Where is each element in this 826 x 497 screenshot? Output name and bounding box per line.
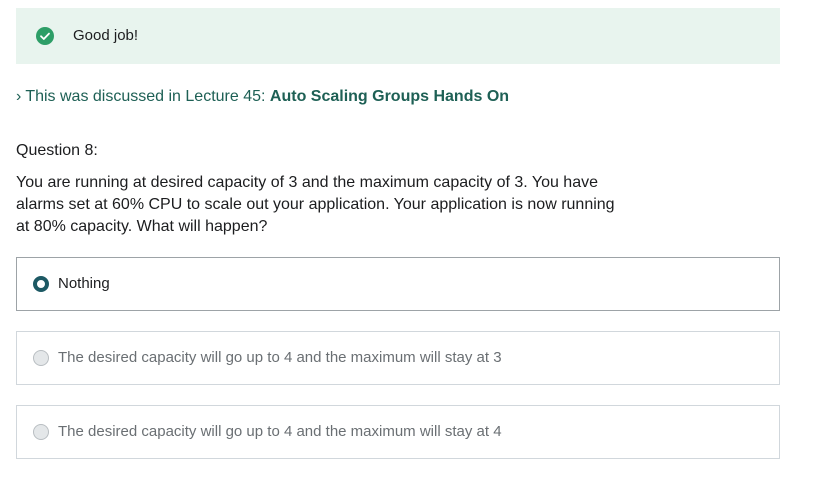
question-text: You are running at desired capacity of 3… [16,174,615,235]
answer-option-label: Nothing [58,275,110,292]
quiz-result-page: Good job! › This was discussed in Lecture… [0,0,826,497]
feedback-message: Good job! [73,27,139,44]
answer-option-2[interactable]: The desired capacity will go up to 4 and… [16,331,780,385]
answer-option-3[interactable]: The desired capacity will go up to 4 and… [16,405,780,459]
question-number: Question 8: [16,142,98,159]
lecture-link-prefix: This was discussed in Lecture 45: [25,88,266,105]
answer-option-1[interactable]: Nothing [16,257,780,311]
lecture-link-title: Auto Scaling Groups Hands On [269,88,510,105]
lecture-reference-link[interactable]: › This was discussed in Lecture 45: Auto … [16,86,509,108]
radio-unselected-icon[interactable] [33,350,49,366]
check-circle-icon [36,27,54,45]
feedback-banner: Good job! [16,8,780,64]
answer-option-label: The desired capacity will go up to 4 and… [58,349,502,366]
radio-selected-icon[interactable] [33,276,49,292]
chevron-right-icon: › [16,88,22,105]
answer-option-label: The desired capacity will go up to 4 and… [58,423,502,440]
radio-unselected-icon[interactable] [33,424,49,440]
